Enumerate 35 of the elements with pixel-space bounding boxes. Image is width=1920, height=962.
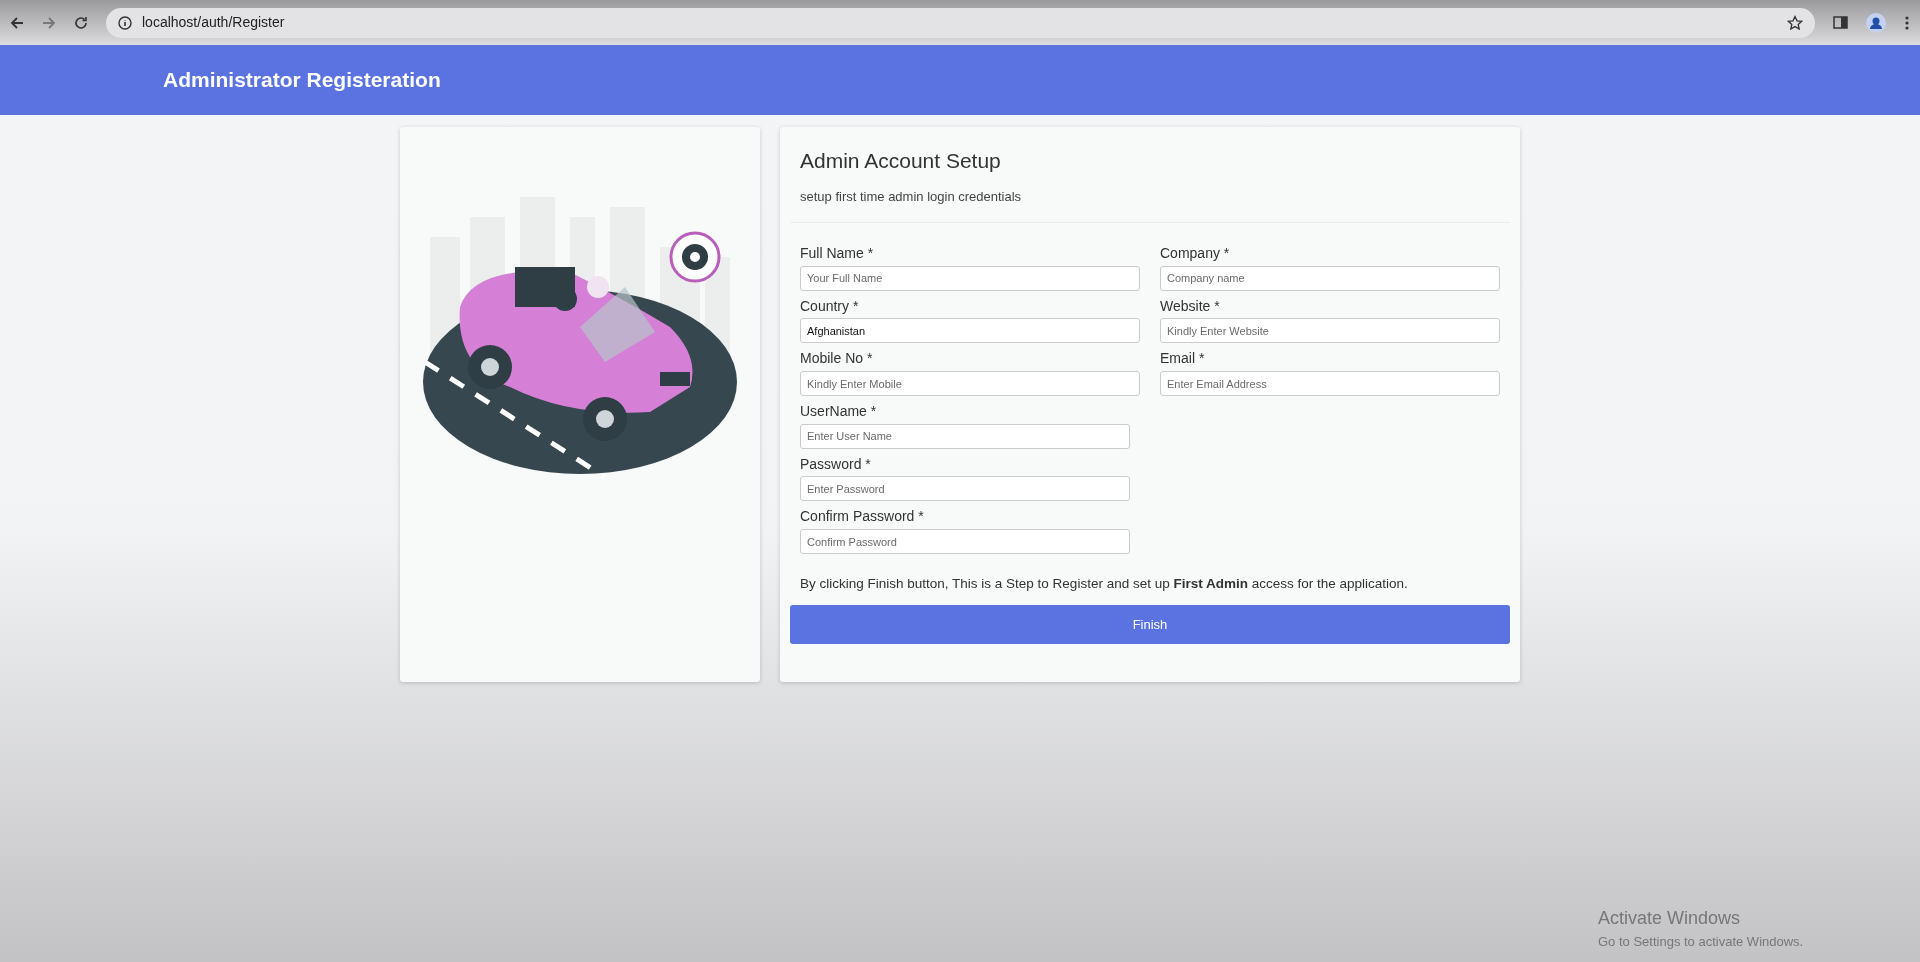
- form-subtitle: setup first time admin login credentials: [800, 187, 1023, 206]
- field-label: Confirm Password *: [800, 507, 924, 526]
- input-field[interactable]: Afghanistan: [800, 318, 1140, 344]
- field-label: Email *: [1160, 349, 1205, 368]
- input-field[interactable]: Kindly Enter Website: [1160, 318, 1500, 344]
- menu-icon[interactable]: [1904, 14, 1910, 31]
- input-field[interactable]: Enter Email Address: [1160, 371, 1500, 397]
- address-bar[interactable]: localhost/auth/Register: [106, 7, 1815, 38]
- input-field[interactable]: Confirm Password: [800, 529, 1130, 555]
- star-icon[interactable]: [1787, 14, 1803, 31]
- profile-icon[interactable]: [1866, 12, 1886, 33]
- input-field[interactable]: Kindly Enter Mobile: [800, 371, 1140, 397]
- input-field[interactable]: Enter User Name: [800, 423, 1130, 449]
- input-field[interactable]: Your Full Name: [800, 265, 1140, 291]
- url-text: localhost/auth/Register: [142, 13, 285, 32]
- terms-note: By clicking Finish button, This is a Step to Register and set up First Admin access for the application.: [800, 575, 1409, 594]
- field-label: Password *: [800, 454, 871, 473]
- finish-button[interactable]: Finish: [790, 605, 1510, 645]
- input-field[interactable]: Enter Password: [800, 476, 1130, 502]
- field-label: Mobile No *: [800, 349, 873, 368]
- info-icon[interactable]: [118, 15, 132, 30]
- page-title: Administrator Registeration: [163, 67, 441, 94]
- form-title: Admin Account Setup: [800, 148, 1002, 174]
- field-label: UserName *: [800, 402, 877, 421]
- field-label: Full Name *: [800, 244, 874, 263]
- reload-icon[interactable]: [74, 15, 88, 30]
- field-label: Country *: [800, 296, 859, 315]
- back-icon[interactable]: [10, 15, 24, 30]
- input-field[interactable]: Company name: [1160, 265, 1500, 291]
- activation-text: Go to Settings to activate Windows.: [1598, 933, 1804, 951]
- sidebar-icon[interactable]: [1833, 15, 1848, 30]
- field-label: Company *: [1160, 244, 1230, 263]
- field-label: Website *: [1160, 296, 1220, 315]
- forward-icon[interactable]: [42, 15, 56, 30]
- activation-title: Activate Windows: [1598, 907, 1742, 930]
